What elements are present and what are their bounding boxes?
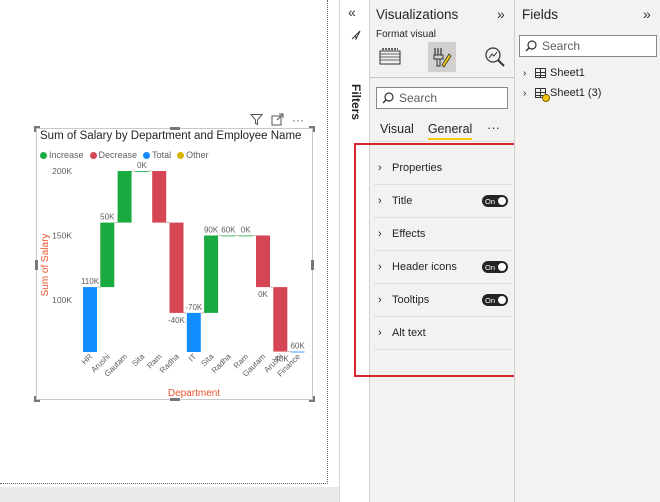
field-table-sheet1-3[interactable]: › Sheet1 (3)	[523, 87, 602, 102]
format-icons-divider	[370, 77, 516, 78]
search-icon	[525, 40, 537, 52]
legend-dot-icon	[177, 151, 185, 159]
data-label: 60K	[290, 342, 305, 351]
more-options-icon[interactable]: ···	[291, 113, 305, 127]
chart-title: Sum of Salary by Department and Employee…	[40, 130, 302, 142]
waterfall-bar-increase	[100, 222, 115, 288]
table-label: Sheet1	[550, 67, 585, 79]
analytics-icon[interactable]	[481, 42, 509, 72]
expand-fields-icon[interactable]: »	[643, 6, 651, 22]
waterfall-bar-decrease	[169, 222, 184, 313]
table-label: Sheet1 (3)	[550, 87, 602, 99]
waterfall-bar-total	[186, 312, 201, 352]
expand-visualizations-icon[interactable]: »	[497, 6, 505, 22]
y-axis-label: Sum of Salary	[40, 234, 51, 297]
x-tick-label: Radha	[210, 352, 233, 375]
data-label: 60K	[221, 226, 236, 235]
resize-corner-top-right[interactable]	[309, 126, 315, 132]
waterfall-bar-decrease	[273, 287, 288, 352]
legend-item-decrease[interactable]: Decrease	[89, 150, 138, 160]
visualizations-title: Visualizations	[376, 7, 459, 22]
data-label: 110K	[81, 277, 100, 286]
focus-mode-icon[interactable]	[270, 113, 284, 127]
chevron-right-icon: ›	[523, 67, 527, 79]
data-label: -40K	[168, 316, 186, 325]
legend-dot-icon	[40, 151, 47, 159]
x-tick-label: IT	[187, 352, 198, 363]
data-label: 0K	[241, 226, 251, 235]
waterfall-chart[interactable]: Sum of Salary200K150K100K110KHR50KArushi…	[36, 160, 313, 400]
waterfall-bar-increase	[134, 171, 149, 172]
chevron-right-icon: ›	[523, 87, 527, 99]
highlight-box	[354, 143, 523, 377]
search-placeholder: Search	[399, 91, 438, 105]
legend-item-increase[interactable]: Increase	[40, 150, 84, 160]
tabs-divider	[370, 141, 516, 142]
legend-dot-icon	[143, 151, 151, 159]
data-label: 0K	[258, 290, 268, 299]
collapse-filters-icon[interactable]: «	[348, 4, 356, 20]
filters-icon	[351, 30, 361, 43]
y-tick-label: 150K	[52, 231, 72, 241]
waterfall-bar-increase	[238, 235, 253, 237]
format-icons-bar	[370, 42, 516, 74]
build-visual-icon[interactable]	[376, 42, 404, 72]
canvas-boundary-bottom	[0, 483, 328, 484]
filter-icon[interactable]	[249, 113, 263, 127]
legend-label: Other	[186, 150, 209, 160]
table-icon	[535, 88, 550, 102]
data-label: 50K	[100, 213, 115, 222]
data-label: 90K	[204, 226, 219, 235]
legend-label: Decrease	[98, 150, 138, 160]
waterfall-bar-decrease	[256, 235, 270, 288]
format-visual-label: Format visual	[376, 29, 437, 40]
waterfall-bar-increase	[221, 235, 236, 237]
waterfall-bar-total	[83, 287, 97, 352]
search-placeholder: Search	[542, 39, 581, 53]
fields-pane: Fields » Search › Sheet1 › Sheet1 (3)	[514, 0, 660, 502]
more-options-icon[interactable]: ···	[487, 120, 500, 135]
checked-badge-icon	[542, 94, 550, 102]
x-axis-label: Department	[168, 388, 220, 399]
canvas-boundary-right	[327, 0, 328, 484]
legend-dot-icon	[89, 151, 97, 159]
waterfall-bar-total	[290, 351, 305, 353]
legend-label: Total	[152, 150, 172, 160]
format-tabs: Visual General	[380, 122, 473, 140]
fields-search-input[interactable]: Search	[519, 35, 657, 57]
filters-label[interactable]: Filters	[349, 84, 363, 120]
tab-general[interactable]: General	[427, 122, 473, 140]
waterfall-bar-decrease	[152, 171, 167, 223]
search-icon	[382, 92, 394, 104]
visual-header-icons: ···	[249, 113, 305, 127]
y-tick-label: 200K	[52, 166, 72, 176]
x-tick-label: Sita	[130, 352, 147, 369]
field-table-sheet1[interactable]: › Sheet1	[523, 67, 585, 79]
tab-visual[interactable]: Visual	[380, 122, 414, 136]
waterfall-bar-increase	[117, 171, 132, 223]
legend-item-total[interactable]: Total	[143, 150, 171, 160]
data-label: 0K	[137, 161, 147, 170]
waterfall-bar-increase	[204, 235, 219, 313]
table-icon	[535, 68, 546, 78]
data-label: -70K	[185, 303, 203, 312]
visualizations-search-input[interactable]: Search	[376, 87, 508, 109]
legend-item-other[interactable]: Other	[177, 150, 209, 160]
format-visual-icon[interactable]	[428, 42, 456, 72]
x-tick-label: Radha	[158, 352, 181, 375]
y-tick-label: 100K	[52, 295, 72, 305]
legend-label: Increase	[49, 150, 84, 160]
canvas-footer	[0, 487, 369, 502]
chart-legend: Increase Decrease Total Other	[40, 150, 209, 160]
fields-title: Fields	[522, 7, 559, 22]
